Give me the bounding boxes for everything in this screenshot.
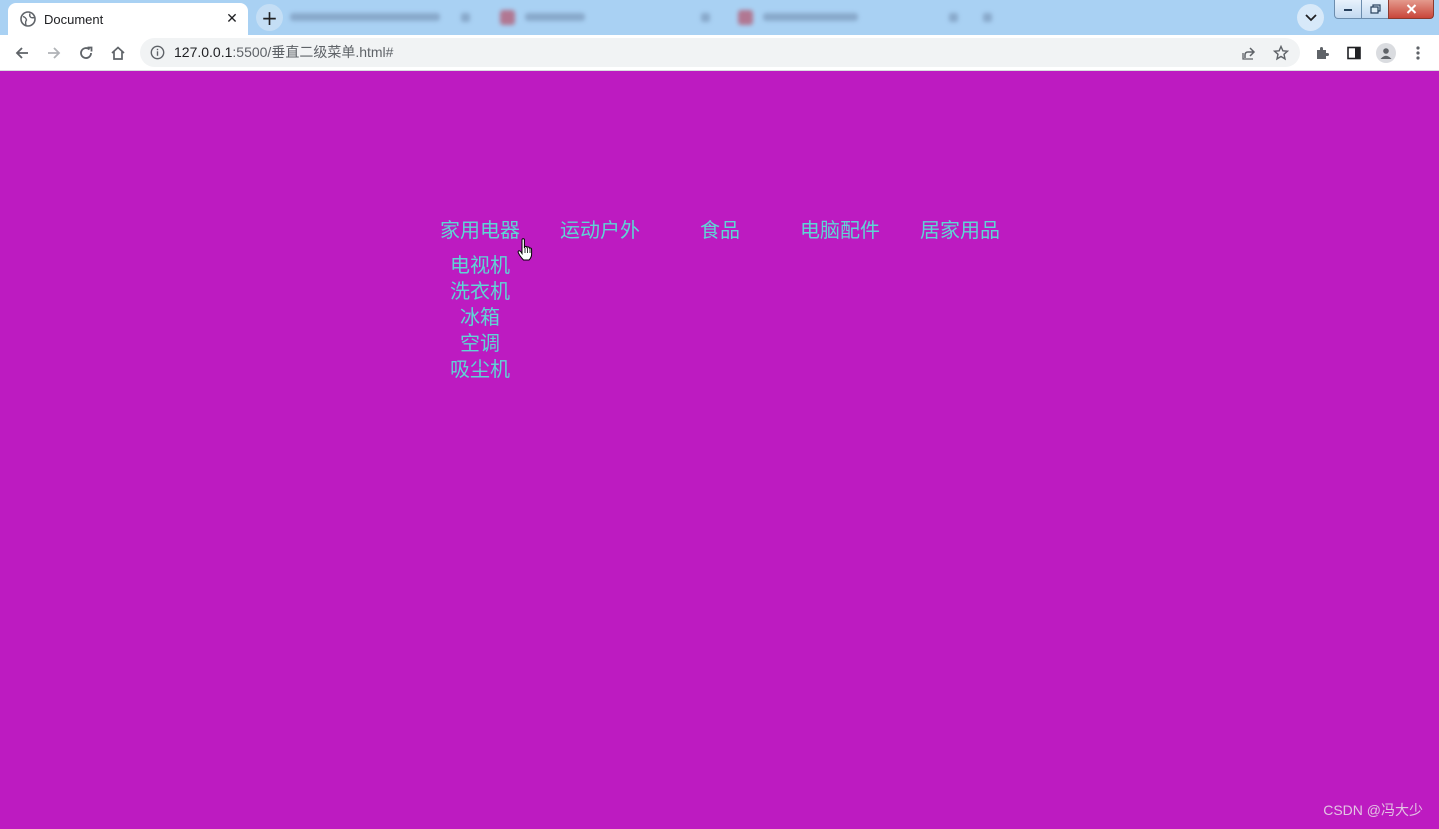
url-text[interactable]: 127.0.0.1:5500/垂直二级菜单.html# bbox=[174, 38, 393, 67]
submenu-item: 吸尘机 bbox=[420, 356, 540, 382]
submenu-item: 洗衣机 bbox=[420, 278, 540, 304]
submenu-link-ac[interactable]: 空调 bbox=[420, 330, 540, 356]
submenu-item: 空调 bbox=[420, 330, 540, 356]
menu-item-home-goods[interactable]: 居家用品 bbox=[900, 216, 1020, 382]
hand-pointer-cursor-icon bbox=[517, 238, 533, 261]
menu-item-computer-parts[interactable]: 电脑配件 bbox=[780, 216, 900, 382]
tab-blurred-3[interactable] bbox=[728, 5, 968, 29]
menu-link-home-goods[interactable]: 居家用品 bbox=[900, 216, 1020, 244]
forward-button[interactable] bbox=[40, 39, 68, 67]
top-menu: 家用电器 电视机 洗衣机 冰箱 空调 吸尘机 运动户外 食品 电脑配件 居家用品 bbox=[420, 216, 1020, 382]
restore-button[interactable] bbox=[1361, 0, 1389, 19]
profile-avatar[interactable] bbox=[1376, 43, 1396, 63]
forward-arrow-icon bbox=[48, 47, 61, 59]
browser-titlebar: Document ✕ + bbox=[0, 0, 1439, 35]
url-host: 127.0.0.1 bbox=[174, 44, 233, 60]
back-arrow-icon bbox=[15, 47, 28, 59]
back-button[interactable] bbox=[8, 39, 36, 67]
reload-button[interactable] bbox=[72, 39, 100, 67]
submenu-link-washer[interactable]: 洗衣机 bbox=[420, 278, 540, 304]
close-window-button[interactable] bbox=[1388, 0, 1434, 19]
tab-document[interactable]: Document ✕ bbox=[8, 3, 248, 35]
tab-blurred-1[interactable] bbox=[290, 5, 480, 29]
browser-toolbar: 127.0.0.1:5500/垂直二级菜单.html# bbox=[0, 35, 1439, 71]
site-info-icon[interactable] bbox=[150, 45, 165, 60]
url-path: :5500/垂直二级菜单.html# bbox=[232, 44, 394, 60]
submenu-appliances: 电视机 洗衣机 冰箱 空调 吸尘机 bbox=[420, 252, 540, 382]
globe-icon bbox=[20, 11, 36, 27]
profile-icon bbox=[1376, 43, 1396, 63]
watermark: CSDN @冯大少 bbox=[1323, 802, 1423, 818]
new-tab-button[interactable]: + bbox=[256, 4, 283, 31]
menu-link-outdoor[interactable]: 运动户外 bbox=[540, 216, 660, 244]
home-button[interactable] bbox=[104, 39, 132, 67]
address-bar[interactable]: 127.0.0.1:5500/垂直二级菜单.html# bbox=[140, 38, 1300, 67]
menu-item-outdoor[interactable]: 运动户外 bbox=[540, 216, 660, 382]
tab-search-chevron-icon[interactable] bbox=[1297, 4, 1324, 31]
tab-blurred-2[interactable] bbox=[490, 5, 720, 29]
window-controls bbox=[1334, 0, 1434, 19]
submenu-link-vacuum[interactable]: 吸尘机 bbox=[420, 356, 540, 382]
side-panel-icon[interactable] bbox=[1344, 43, 1364, 63]
menu-link-food[interactable]: 食品 bbox=[660, 216, 780, 244]
tab-close-icon[interactable]: ✕ bbox=[224, 11, 240, 27]
home-icon bbox=[111, 46, 125, 60]
extensions-puzzle-icon[interactable] bbox=[1312, 43, 1332, 63]
menu-item-food[interactable]: 食品 bbox=[660, 216, 780, 382]
page-viewport: 家用电器 电视机 洗衣机 冰箱 空调 吸尘机 运动户外 食品 电脑配件 居家用品… bbox=[0, 71, 1439, 829]
reload-icon bbox=[80, 46, 93, 59]
minimize-button[interactable] bbox=[1334, 0, 1362, 19]
bookmark-star-icon[interactable] bbox=[1273, 45, 1289, 61]
submenu-item: 冰箱 bbox=[420, 304, 540, 330]
browser-menu-kebab-icon[interactable] bbox=[1408, 43, 1428, 63]
submenu-link-fridge[interactable]: 冰箱 bbox=[420, 304, 540, 330]
tab-blurred-4[interactable] bbox=[975, 5, 1000, 29]
menu-link-computer-parts[interactable]: 电脑配件 bbox=[780, 216, 900, 244]
tab-title: Document bbox=[44, 11, 104, 27]
share-icon[interactable] bbox=[1241, 45, 1257, 61]
